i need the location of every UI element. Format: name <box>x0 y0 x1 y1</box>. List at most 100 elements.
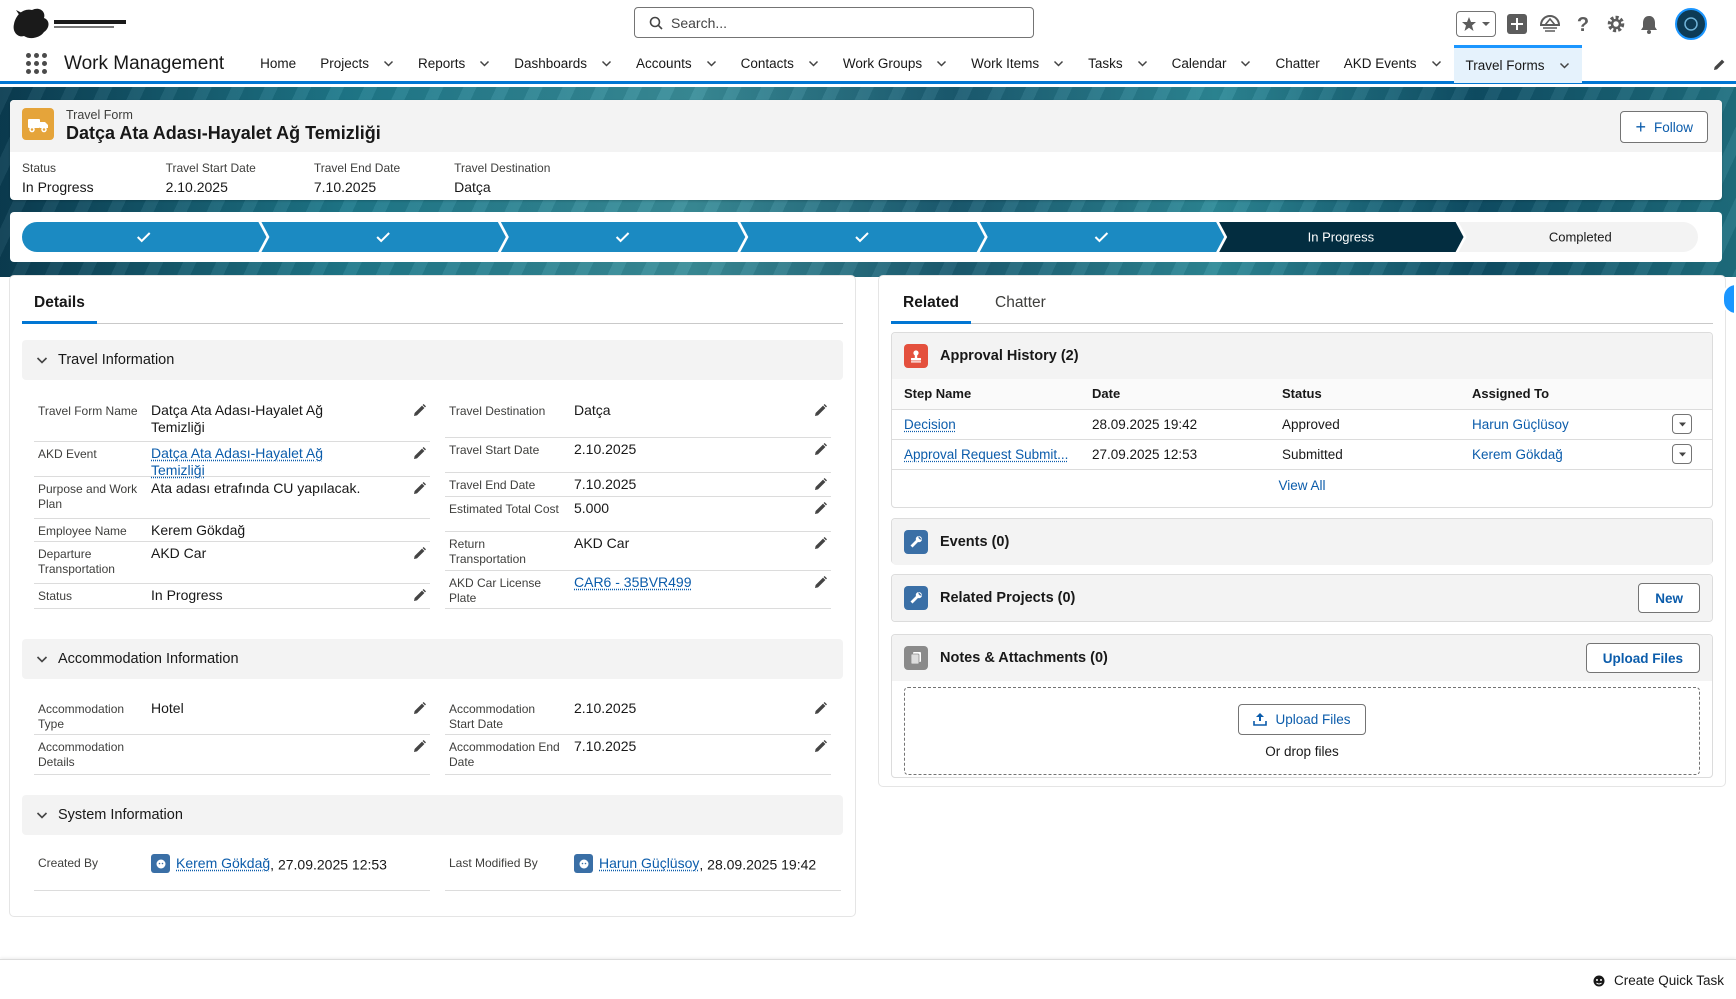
notes-attachments-title[interactable]: Notes & Attachments (0) <box>940 650 1108 666</box>
field-value[interactable]: Datça Ata Adası-Hayalet Ağ Temizliği <box>151 445 371 479</box>
edit-pencil-icon[interactable] <box>814 443 827 456</box>
assigned-to-link[interactable]: Harun Güçlüsoy <box>1472 417 1569 432</box>
row-actions-chevron-down-icon[interactable] <box>1672 444 1692 464</box>
bell-icon[interactable] <box>1637 12 1661 36</box>
tab-related[interactable]: Related <box>891 276 971 324</box>
path-step-5[interactable] <box>979 222 1225 252</box>
edit-pencil-icon[interactable] <box>814 576 827 589</box>
tab-chatter[interactable]: Chatter <box>983 276 1058 324</box>
edit-pencil-icon[interactable] <box>413 547 426 560</box>
chevron-down-icon <box>36 653 48 665</box>
nav-item-chatter[interactable]: Chatter <box>1263 45 1331 83</box>
favorites-button[interactable] <box>1456 11 1496 37</box>
create-quick-task-button[interactable]: Create Quick Task <box>1592 973 1724 988</box>
section-system-information[interactable]: System Information <box>22 795 843 835</box>
path-step-1[interactable] <box>22 222 267 252</box>
edit-pencil-icon[interactable] <box>413 404 426 417</box>
company-logo[interactable] <box>10 4 145 42</box>
field-value[interactable]: CAR6 - 35BVR499 <box>574 574 794 591</box>
help-icon[interactable]: ? <box>1571 12 1595 36</box>
chevron-down-icon[interactable] <box>1559 60 1570 71</box>
nav-item-dashboards[interactable]: Dashboards <box>502 45 624 83</box>
assigned-to-link[interactable]: Kerem Gökdağ <box>1472 447 1563 462</box>
upload-files-dropzone-button[interactable]: Upload Files <box>1238 703 1366 735</box>
edit-pencil-icon[interactable] <box>413 589 426 602</box>
column-header-step-name[interactable]: Step Name <box>892 379 1080 410</box>
file-dropzone[interactable]: Upload Files Or drop files <box>904 687 1700 775</box>
row-actions-chevron-down-icon[interactable] <box>1672 414 1692 434</box>
nav-item-accounts[interactable]: Accounts <box>624 45 729 83</box>
view-all-link[interactable]: View All <box>892 470 1712 502</box>
path-step-2[interactable] <box>261 222 506 252</box>
nav-item-work-items[interactable]: Work Items <box>959 45 1076 83</box>
field-label: Travel End Date <box>449 478 536 492</box>
edit-pencil-icon[interactable] <box>814 404 827 417</box>
approval-history-title[interactable]: Approval History (2) <box>940 348 1079 364</box>
field-return-transportation: Return Transportation AKD Car <box>445 532 831 571</box>
chevron-down-icon[interactable] <box>1053 58 1064 69</box>
upload-files-button[interactable]: Upload Files <box>1585 643 1700 673</box>
follow-label: Follow <box>1653 119 1693 135</box>
path-step-4[interactable] <box>740 222 985 252</box>
quick-task-icon <box>1592 974 1614 988</box>
path-step-3[interactable] <box>500 222 746 252</box>
nav-item-akd-events[interactable]: AKD Events <box>1332 45 1454 83</box>
nav-item-contacts[interactable]: Contacts <box>729 45 831 83</box>
field-value: Kerem Gökdağ, 27.09.2025 12:53 <box>151 854 421 874</box>
column-header-assigned-to[interactable]: Assigned To <box>1460 379 1672 410</box>
field-accommodation-start-date: Accommodation Start Date 2.10.2025 <box>445 697 831 735</box>
step-name-cell: Decision <box>892 409 1080 440</box>
field-value: 7.10.2025 <box>574 738 637 754</box>
created-by-user-link[interactable]: Kerem Gökdağ <box>176 855 270 872</box>
edit-pencil-icon[interactable] <box>814 502 827 515</box>
global-search-input[interactable]: Search... <box>634 7 1034 38</box>
chevron-down-icon[interactable] <box>1137 58 1148 69</box>
field-travel-destination: Travel Destination Datça <box>445 399 831 438</box>
field-purpose-and-work-plan: Purpose and Work Plan Ata adası etrafında… <box>34 477 430 519</box>
nav-item-home[interactable]: Home <box>248 45 308 83</box>
modified-by-user-link[interactable]: Harun Güçlüsoy <box>599 855 699 872</box>
nav-item-calendar[interactable]: Calendar <box>1160 45 1264 83</box>
user-avatar[interactable] <box>1675 8 1707 40</box>
section-accommodation-information[interactable]: Accommodation Information <box>22 639 843 679</box>
chevron-down-icon[interactable] <box>601 58 612 69</box>
step-name-link[interactable]: Decision <box>904 417 956 432</box>
nav-item-travel-forms[interactable]: Travel Forms <box>1453 44 1582 83</box>
chevron-down-icon[interactable] <box>383 58 394 69</box>
tab-details[interactable]: Details <box>22 276 97 324</box>
chevron-down-icon[interactable] <box>479 58 490 69</box>
column-header-status[interactable]: Status <box>1270 379 1460 410</box>
edit-pencil-icon[interactable] <box>413 482 426 495</box>
field-value: In Progress <box>151 587 223 603</box>
trailhead-icon[interactable] <box>1538 12 1562 36</box>
related-tabs: Related Chatter <box>891 276 1713 324</box>
events-title[interactable]: Events (0) <box>940 534 1009 550</box>
edit-nav-pencil-icon[interactable] <box>1713 58 1726 71</box>
chevron-down-icon[interactable] <box>1240 58 1251 69</box>
edit-pencil-icon[interactable] <box>413 447 426 460</box>
edit-pencil-icon[interactable] <box>413 702 426 715</box>
edit-pencil-icon[interactable] <box>814 478 827 491</box>
nav-item-work-groups[interactable]: Work Groups <box>831 45 959 83</box>
nav-item-tasks[interactable]: Tasks <box>1076 45 1160 83</box>
follow-button[interactable]: + Follow <box>1620 111 1708 143</box>
chevron-down-icon[interactable] <box>1431 58 1442 69</box>
global-actions-plus-icon[interactable] <box>1505 12 1529 36</box>
chevron-down-icon[interactable] <box>706 58 717 69</box>
step-name-link[interactable]: Approval Request Submit... <box>904 447 1068 462</box>
edit-pencil-icon[interactable] <box>413 740 426 753</box>
chevron-down-icon[interactable] <box>936 58 947 69</box>
edit-pencil-icon[interactable] <box>814 537 827 550</box>
section-travel-information[interactable]: Travel Information <box>22 340 843 380</box>
nav-item-reports[interactable]: Reports <box>406 45 502 83</box>
edit-pencil-icon[interactable] <box>814 740 827 753</box>
column-header-date[interactable]: Date <box>1080 379 1270 410</box>
app-launcher-icon[interactable] <box>26 52 48 75</box>
assigned-to-cell: Kerem Gökdağ <box>1460 439 1672 470</box>
gear-icon[interactable] <box>1604 12 1628 36</box>
related-projects-title[interactable]: Related Projects (0) <box>940 590 1075 606</box>
nav-item-projects[interactable]: Projects <box>308 45 406 83</box>
new-project-button[interactable]: New <box>1638 583 1700 613</box>
chevron-down-icon[interactable] <box>808 58 819 69</box>
edit-pencil-icon[interactable] <box>814 702 827 715</box>
